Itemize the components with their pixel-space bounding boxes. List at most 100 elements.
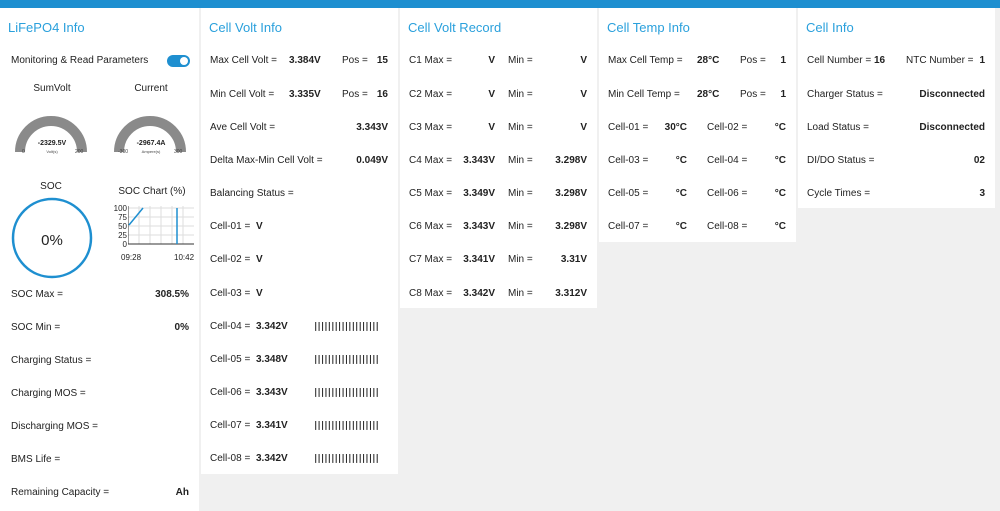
cell-volt-row: Cell-05 = 3.348V ||||||||||||||||||| (209, 352, 390, 368)
y-tick: 100 (113, 204, 127, 213)
min-label: Min = (508, 188, 533, 199)
row-label: Cycle Times = (807, 188, 871, 199)
gauge-track (114, 116, 186, 153)
min-cell-volt-row: Min Cell Volt = 3.335V Pos = 16 (209, 87, 390, 103)
min-value: 3.298V (555, 155, 587, 166)
row-value: 3.335V (289, 89, 321, 100)
y-tick: 25 (118, 231, 127, 240)
cell-label: Cell-08 = (210, 453, 251, 464)
cell-label: Cell-06 = (210, 387, 251, 398)
cell-value: °C (774, 188, 786, 199)
cell-label: Cell-07 = (608, 221, 649, 232)
min-label: Min = (508, 155, 533, 166)
monitoring-toggle[interactable] (167, 55, 190, 67)
cell-ntc-number-row: Cell Number = 16 NTC Number = 1 (806, 53, 987, 69)
min-label: Min = (508, 221, 533, 232)
max-value: 3.349V (463, 188, 495, 199)
pos-label: Pos = (342, 89, 368, 100)
min-label: Min = (508, 55, 533, 66)
cell-label: Cell-07 = (210, 420, 251, 431)
cell-label: Cell-03 = (210, 288, 251, 299)
cell-label: Cell-03 = (608, 155, 649, 166)
cell-value: 3.343V (256, 387, 288, 398)
max-label: C7 Max = (409, 254, 453, 265)
min-value: 3.312V (555, 288, 587, 299)
min-label: Min = (508, 254, 533, 265)
min-value: 3.298V (555, 221, 587, 232)
row-value: Disconnected (919, 122, 985, 133)
cell-label: Cell-02 = (210, 254, 251, 265)
cell-volt-row: Cell-08 = 3.342V ||||||||||||||||||| (209, 451, 390, 467)
cell-value: V (256, 254, 263, 265)
discharging-mos-row: Discharging MOS = (8, 419, 191, 435)
cell-volt-info-panel: Cell Volt Info Max Cell Volt = 3.384V Po… (201, 8, 398, 474)
cell-value: 3.341V (256, 420, 288, 431)
sumvolt-max: 200 (75, 149, 84, 155)
cell-label: Cell-05 = (210, 354, 251, 365)
di-do-status-row: DI/DO Status = 02 (806, 153, 987, 169)
soc-chart-title: SOC Chart (%) (118, 186, 186, 197)
record-row: C5 Max = 3.349V Min = 3.298V (408, 186, 589, 202)
cell-level-bars: ||||||||||||||||||| (313, 454, 380, 464)
soc-min-row: SOC Min = 0% (8, 320, 191, 336)
record-row: C4 Max = 3.343V Min = 3.298V (408, 153, 589, 169)
cell-label: Cell-01 = (210, 221, 251, 232)
panel-title: Cell Info (806, 20, 854, 35)
cell-temp-row: Cell-05 = °C Cell-06 = °C (607, 186, 788, 202)
row-label: Remaining Capacity = (11, 487, 110, 498)
row-label: Max Cell Volt = (210, 55, 277, 66)
row-label: Ave Cell Volt = (210, 122, 276, 133)
cell-level-bars: ||||||||||||||||||| (313, 355, 380, 365)
load-status-row: Load Status = Disconnected (806, 120, 987, 136)
sumvolt-unit: Volt(s) (46, 149, 58, 154)
pos-value: 16 (376, 89, 388, 100)
min-label: Min = (508, 89, 533, 100)
record-row: C3 Max = V Min = V (408, 120, 589, 136)
cell-level-bars: ||||||||||||||||||| (313, 322, 380, 332)
max-value: 3.343V (463, 155, 495, 166)
pos-value: 15 (376, 55, 388, 66)
lifepo4-info-panel: LiFePO4 Info Monitoring & Read Parameter… (0, 8, 199, 511)
min-value: V (580, 122, 587, 133)
y-tick: 0 (122, 240, 127, 249)
cell-level-bars: ||||||||||||||||||| (313, 421, 380, 431)
row-value: 308.5% (155, 289, 189, 300)
max-label: C4 Max = (409, 155, 453, 166)
row-value: 28°C (697, 55, 720, 66)
row-label: Delta Max-Min Cell Volt = (210, 155, 323, 166)
panel-title: Cell Volt Info (209, 20, 282, 35)
cell-temp-info-panel: Cell Temp Info Max Cell Temp = 28°C Pos … (599, 8, 796, 242)
cycle-times-row: Cycle Times = 3 (806, 186, 987, 202)
max-cell-temp-row: Max Cell Temp = 28°C Pos = 1 (607, 53, 788, 69)
sumvolt-label: SumVolt (33, 83, 71, 94)
cell-volt-row: Cell-04 = 3.342V ||||||||||||||||||| (209, 319, 390, 335)
row-label: Max Cell Temp = (608, 55, 683, 66)
ntc-number-value: 1 (979, 55, 985, 66)
cell-volt-row: Cell-02 = V (209, 252, 390, 268)
cell-volt-row: Cell-07 = 3.341V ||||||||||||||||||| (209, 418, 390, 434)
row-value: 28°C (697, 89, 720, 100)
row-value: 02 (973, 155, 985, 166)
cell-value: V (256, 288, 263, 299)
min-label: Min = (508, 122, 533, 133)
soc-chart-plot (128, 206, 194, 245)
row-label: Load Status = (807, 122, 869, 133)
y-tick: 75 (118, 213, 127, 222)
soc-label: SOC (40, 181, 62, 192)
ntc-number-label: NTC Number = (906, 55, 974, 66)
record-row: C7 Max = 3.341V Min = 3.31V (408, 252, 589, 268)
cell-temp-row: Cell-01 = 30°C Cell-02 = °C (607, 120, 788, 136)
cell-number-value: 16 (874, 55, 886, 66)
max-value: 3.342V (463, 288, 495, 299)
min-value: V (580, 55, 587, 66)
cell-value: V (256, 221, 263, 232)
cell-value: °C (774, 155, 786, 166)
max-value: 3.343V (463, 221, 495, 232)
cell-label: Cell-05 = (608, 188, 649, 199)
cell-volt-row: Cell-01 = V (209, 219, 390, 235)
sumvolt-min: 0 (22, 149, 25, 155)
row-value: Disconnected (919, 89, 985, 100)
toggle-knob (180, 57, 188, 65)
max-label: C6 Max = (409, 221, 453, 232)
max-value: V (488, 55, 495, 66)
